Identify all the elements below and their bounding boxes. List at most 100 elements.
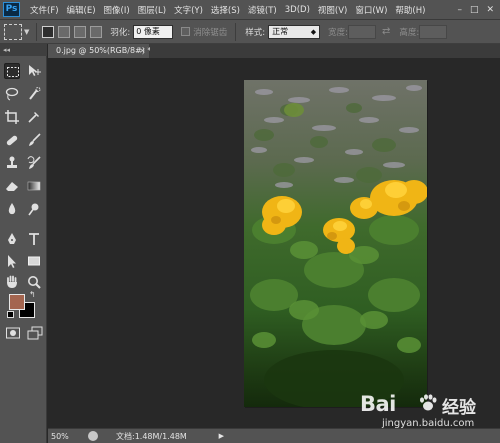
foreground-color-swatch[interactable] xyxy=(9,294,25,310)
lasso-icon xyxy=(5,87,19,101)
bandage-icon xyxy=(6,135,18,146)
hand-icon xyxy=(7,275,17,288)
gradient-tool[interactable] xyxy=(26,178,42,194)
status-info-icon[interactable] xyxy=(88,431,98,441)
close-window-button[interactable]: ✕ xyxy=(486,5,494,15)
menu-select[interactable]: 选择(S) xyxy=(207,4,244,16)
menu-3d[interactable]: 3D(D) xyxy=(281,5,314,15)
lasso-tool[interactable] xyxy=(4,86,20,102)
eraser-icon xyxy=(6,182,18,191)
type-tool[interactable] xyxy=(26,231,42,247)
tools-panel: ◂◂ ↰ xyxy=(0,44,47,443)
divider xyxy=(235,22,237,41)
height-input xyxy=(419,24,448,39)
menu-help[interactable]: 帮助(H) xyxy=(391,4,429,16)
width-label: 宽度: xyxy=(328,27,349,38)
watermark-brand-cn: 经验 xyxy=(442,398,476,418)
move-icon xyxy=(29,65,41,76)
style-select-value: 正常 xyxy=(272,26,289,36)
document-size: 文档:1.48M/1.48M xyxy=(116,431,187,441)
subtract-from-selection-button[interactable] xyxy=(74,25,87,38)
hand-tool[interactable] xyxy=(4,274,20,290)
tab-bar-background xyxy=(150,44,500,58)
menu-filter[interactable]: 滤镜(T) xyxy=(244,4,281,16)
quick-selection-tool[interactable] xyxy=(26,86,42,102)
swap-colors-icon[interactable]: ↰ xyxy=(29,290,36,299)
menu-layer[interactable]: 图层(L) xyxy=(134,4,170,16)
history-brush-tool[interactable] xyxy=(26,155,42,171)
quick-selection-icon xyxy=(29,87,41,100)
antialias-label: 消除锯齿 xyxy=(193,27,228,38)
pen-icon xyxy=(8,233,16,244)
add-to-selection-button[interactable] xyxy=(58,25,71,38)
menu-window[interactable]: 窗口(W) xyxy=(351,4,391,16)
menu-file[interactable]: 文件(F) xyxy=(26,4,63,16)
preset-dropdown-arrow-icon[interactable]: ▼ xyxy=(24,28,29,36)
quick-mask-button[interactable] xyxy=(5,325,21,341)
gradient-icon xyxy=(27,181,41,191)
maximize-button[interactable]: □ xyxy=(470,5,479,15)
status-bar: 50% 文档:1.48M/1.48M ▶ xyxy=(48,428,500,443)
healing-brush-tool[interactable] xyxy=(4,132,20,148)
panel-collapse-grip[interactable]: ◂◂ xyxy=(0,44,47,56)
menu-edit[interactable]: 编辑(E) xyxy=(63,4,100,16)
menu-view[interactable]: 视图(V) xyxy=(314,4,351,16)
document-tab[interactable]: 0.jpg @ 50%(RGB/8#) * xyxy=(48,44,151,58)
flower-photo xyxy=(244,80,427,407)
brush-icon xyxy=(29,133,41,146)
options-bar: ▼ 羽化: 0 像素 消除锯齿 样式: 正常 ◆ 宽度: ⇄ 高度: xyxy=(0,19,500,44)
feather-label: 羽化: xyxy=(110,27,131,38)
history-brush-icon xyxy=(27,156,41,169)
default-colors-icon[interactable] xyxy=(7,311,14,318)
style-select[interactable]: 正常 ◆ xyxy=(268,24,321,39)
blur-tool[interactable] xyxy=(4,201,20,217)
clone-stamp-tool[interactable] xyxy=(4,155,20,171)
swap-icon: ⇄ xyxy=(382,26,391,37)
crop-icon xyxy=(5,110,19,124)
crop-tool[interactable] xyxy=(4,109,20,125)
quick-mask-icon xyxy=(6,327,20,339)
intersect-selection-button[interactable] xyxy=(90,25,103,38)
eraser-tool[interactable] xyxy=(4,178,20,194)
dodge-tool[interactable] xyxy=(26,201,42,217)
menu-image[interactable]: 图像(I) xyxy=(100,4,134,16)
minimize-button[interactable]: – xyxy=(457,5,462,15)
style-label: 样式: xyxy=(245,27,266,38)
move-tool[interactable] xyxy=(26,63,42,79)
divider xyxy=(36,22,38,41)
type-icon xyxy=(29,233,39,245)
rectangle-tool[interactable] xyxy=(26,253,42,269)
window-controls: – □ ✕ xyxy=(457,5,500,15)
chevron-down-icon: ◆ xyxy=(310,27,317,36)
droplet-icon xyxy=(8,203,16,215)
menu-bar: Ps 文件(F) 编辑(E) 图像(I) 图层(L) 文字(Y) 选择(S) 滤… xyxy=(0,0,500,19)
eyedropper-icon xyxy=(28,112,39,123)
magnifier-icon xyxy=(28,276,41,289)
width-input xyxy=(348,24,377,39)
photoshop-logo: Ps xyxy=(3,2,20,17)
document-canvas-image[interactable] xyxy=(244,80,427,407)
rectangle-icon xyxy=(28,256,40,266)
watermark-brand: Bai xyxy=(360,392,396,416)
screen-mode-button[interactable] xyxy=(27,325,43,341)
antialias-checkbox xyxy=(181,27,191,36)
path-selection-tool[interactable] xyxy=(4,253,20,269)
dodge-icon xyxy=(28,203,39,216)
stamp-icon xyxy=(7,156,17,168)
zoom-tool[interactable] xyxy=(26,274,42,290)
close-tab-icon[interactable]: × xyxy=(139,44,146,58)
eyedropper-tool[interactable] xyxy=(26,109,42,125)
zoom-level[interactable]: 50% xyxy=(48,432,82,441)
marquee-icon xyxy=(7,67,19,77)
feather-input[interactable]: 0 像素 xyxy=(133,24,174,39)
path-selection-icon xyxy=(8,255,16,268)
screen-mode-icon xyxy=(27,326,43,340)
new-selection-button[interactable] xyxy=(42,25,55,38)
brush-tool[interactable] xyxy=(26,132,42,148)
marquee-preset-icon[interactable] xyxy=(4,23,22,40)
status-menu-arrow-icon[interactable]: ▶ xyxy=(219,432,224,440)
pen-tool[interactable] xyxy=(4,231,20,247)
menu-type[interactable]: 文字(Y) xyxy=(170,4,207,16)
height-label: 高度: xyxy=(399,27,420,38)
rectangular-marquee-tool[interactable] xyxy=(4,63,20,79)
